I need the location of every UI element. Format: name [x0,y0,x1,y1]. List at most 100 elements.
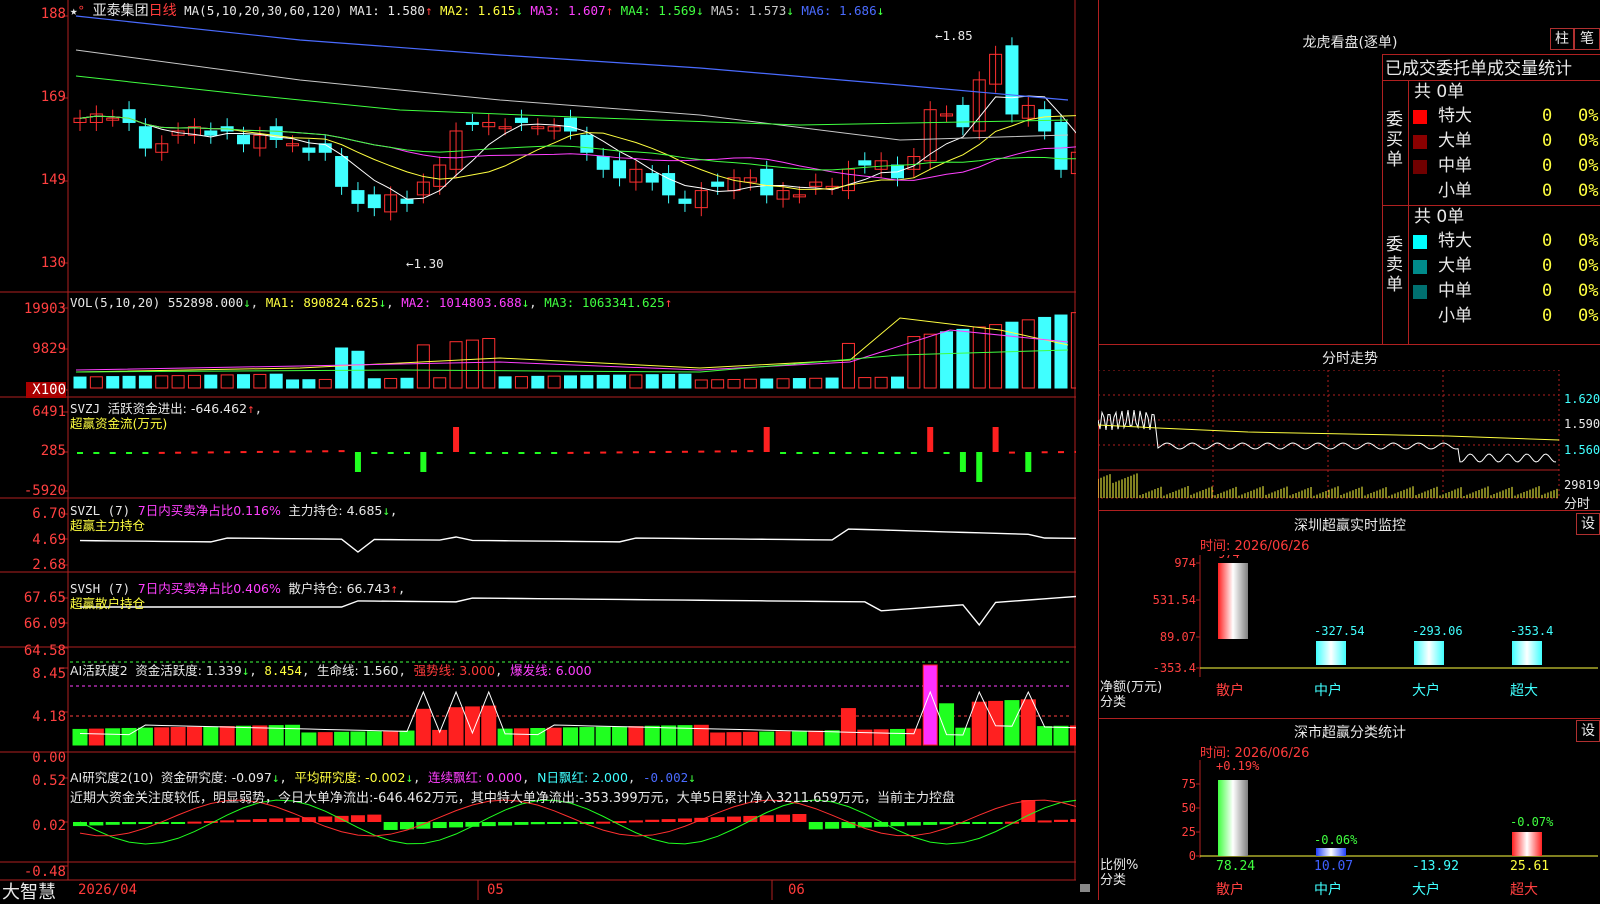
research-bar [628,820,643,823]
research-bar [171,822,186,824]
fund-flow-bar [894,452,901,454]
kline-chart-area[interactable] [0,0,1076,900]
favorite-star-icon[interactable]: ★ [70,3,78,18]
fund-flow-bar [959,452,966,472]
fund-flow-bar [632,451,639,454]
period-label[interactable]: 日线 [149,3,177,19]
volume-bar [940,331,954,389]
ai1-c: 生命线: 1.560 [317,663,399,678]
research-bar [841,822,856,829]
classify-value-label: -13.92 [1412,859,1459,874]
order-color-swatch [1413,260,1427,274]
monitor-axis-label: 531.54 [1153,593,1196,607]
activity-bar [628,726,644,746]
monitor-bar-rect [1218,563,1248,639]
volume-bar [531,375,545,389]
research-bar [383,822,398,830]
order-color-swatch [1413,235,1427,249]
activity-bar [399,730,415,746]
classify-chart[interactable]: 75 50 25 0 78.24 散户 10.07 中户 -13.92 大户 25.61 超大 +0.1… [1098,760,1600,900]
svsh-ratio: 7日内买卖净占比0.406% [137,581,281,596]
ai1-a-arrow: ↓ [241,663,250,678]
research-bar [1070,819,1076,822]
research-bar [661,819,676,822]
fund-flow-bar [207,451,214,454]
lock-icon[interactable] [1080,884,1090,892]
fund-flow-bar [747,450,754,453]
lhb-title: 龙虎看盘(逐单) [1302,35,1398,51]
research-bar [498,822,513,826]
activity-bar [252,725,268,746]
research-bar [481,822,496,827]
ma-arrow-2: ↓ [515,3,523,18]
ai2-analysis-text: 近期大资金关注度较低，明显弱势，今日大单净流出:-646.462万元，其中特大单… [70,791,955,806]
order-total: 共 0单 [1414,207,1465,227]
monitor-bar [1414,641,1444,665]
volume-bar [351,350,365,389]
vol-value: 552898.000 [167,295,244,310]
fund-flow-bar [142,452,149,454]
classify-title: 深市超赢分类统计 [1294,725,1406,741]
order-row: 大单 0 0% [1410,129,1600,154]
fund-flow-bar [109,452,116,454]
volume-bar [1038,316,1052,389]
activity-bar [105,728,121,746]
research-bar [645,819,660,822]
candle-body [678,198,692,204]
activity-bar [824,730,840,746]
fund-flow-bar [600,451,607,454]
research-bar [808,822,823,830]
stock-name[interactable]: 亚泰集团 [93,3,149,19]
monitor-settings-button[interactable]: 设 [1576,513,1600,535]
app-logo[interactable]: 大智慧 [2,878,56,904]
activity-bar [464,706,480,746]
fenshi-chart[interactable] [1098,370,1600,510]
activity-bar [530,727,546,746]
order-type-label: 中单 [1438,281,1472,301]
ai2-panel-header: AI研究度2(10) 资金研究度: -0.097↓, 平均研究度: -0.002… [70,770,696,785]
order-type-label: 特大 [1438,106,1472,126]
fund-flow-bar [256,450,263,453]
classify-category-label: 中户 [1314,881,1342,898]
activity-bar [236,725,251,746]
order-type-label: 小单 [1438,181,1472,201]
research-bar [906,822,921,826]
vol-unit-label: X100 [26,382,66,398]
volume-bar [498,376,512,389]
stroke-view-button[interactable]: 笔 [1574,28,1600,50]
fenshi-avg-line [1098,424,1560,441]
candle-body [711,181,725,187]
candle-body [138,126,152,149]
fund-flow-bar [191,451,198,454]
monitor-axis-label: -353.4 [1153,661,1196,675]
bar-view-button[interactable]: 柱 [1550,28,1574,50]
ma-value-2: MA2: 1.615 [432,3,516,18]
fenshi-axis-label: 1.620 [1564,392,1600,406]
volume-bar [400,377,414,389]
classify-top-label: -0.06% [1314,833,1358,847]
fund-flow-bar [763,427,770,452]
classify-settings-button[interactable]: 设 [1576,720,1600,742]
svzl-tail: , [389,503,398,518]
candle-body [351,190,365,204]
candle-body [596,156,610,170]
research-bar [776,814,791,822]
fund-flow-bar [812,452,819,454]
activity-bar [497,728,513,746]
order-row: 小单 0 0% [1410,304,1600,329]
monitor-bar-rect [1414,641,1444,665]
monitor-chart[interactable]: 974 531.54 89.07 -353.4 974 散户 -327.54 中户 -293.0… [1098,555,1600,720]
fund-flow-bar [224,451,231,454]
activity-bar [186,726,202,746]
activity-bar [775,731,791,746]
ma-value-1: MA1: 1.580 [349,3,425,18]
activity-bar [939,703,955,746]
ma-arrow-5: ↓ [786,3,794,18]
activity-bar [873,729,889,746]
date-axis-label: 2026/04 [78,882,138,898]
activity-bar [759,731,775,746]
fund-flow-bar [878,452,885,454]
fund-flow-bar [175,451,182,454]
ai2-title: AI研究度2(10) [70,770,154,785]
volume-bar [204,374,218,389]
